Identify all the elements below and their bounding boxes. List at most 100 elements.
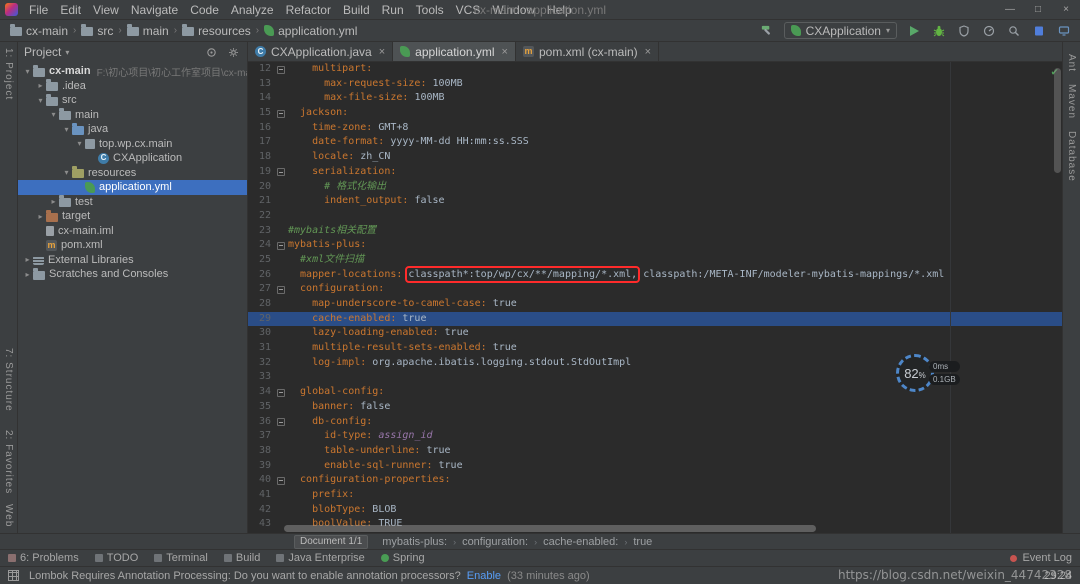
menu-file[interactable]: File <box>23 0 54 20</box>
tab-pom-xml-cx-main[interactable]: mpom.xml (cx-main)× <box>516 42 659 61</box>
fold-icon[interactable] <box>277 418 285 426</box>
tool-window-button-2-favorites[interactable]: 2: Favorites <box>3 430 14 494</box>
chevron-right-icon[interactable]: ▸ <box>35 212 46 221</box>
tree-item-cx-main-iml[interactable]: cx-main.iml <box>18 224 247 239</box>
breadcrumb-cx-main[interactable]: cx-main <box>8 24 70 38</box>
breadcrumb-main[interactable]: main <box>125 24 171 38</box>
tree-item-pom-xml[interactable]: mpom.xml <box>18 238 247 253</box>
code-line-27[interactable]: 27 configuration: <box>248 282 1062 297</box>
tree-item-cx-main[interactable]: ▾cx-mainF:\初心项目\初心工作室项目\cx-main <box>18 64 247 79</box>
vertical-scrollbar[interactable] <box>1054 68 1061 173</box>
menu-view[interactable]: View <box>87 0 125 20</box>
tool-window-switcher-icon[interactable] <box>8 570 19 581</box>
fold-icon[interactable] <box>277 477 285 485</box>
editor-breadcrumb-cache-enabled[interactable]: cache-enabled: <box>543 536 618 548</box>
close-button[interactable]: × <box>1052 0 1080 20</box>
tool-window-button-web[interactable]: Web <box>3 504 14 527</box>
tool-window-button-spring[interactable]: Spring <box>381 552 425 564</box>
caret-position-indicator[interactable]: 29:24 <box>1044 570 1072 582</box>
tool-window-button-event-log[interactable]: Event Log <box>1010 552 1072 564</box>
horizontal-scrollbar[interactable] <box>284 525 816 532</box>
editor-breadcrumb-mybatis-plus[interactable]: mybatis-plus: <box>382 536 447 548</box>
code-line-29[interactable]: 29 cache-enabled: true <box>248 312 1062 327</box>
toolbar-extra-button-1[interactable] <box>1031 23 1047 39</box>
code-line-17[interactable]: 17 date-format: yyyy-MM-dd HH:mm:ss.SSS <box>248 135 1062 150</box>
tree-item-application-yml[interactable]: application.yml <box>18 180 247 195</box>
enable-annotation-processors-link[interactable]: Enable <box>467 570 501 582</box>
breadcrumb-resources[interactable]: resources <box>180 24 253 38</box>
code-line-23[interactable]: 23#mybaits相关配置 <box>248 224 1062 239</box>
fold-icon[interactable] <box>277 286 285 294</box>
tool-window-button-ant[interactable]: Ant <box>1066 54 1077 72</box>
search-button[interactable] <box>1006 23 1022 39</box>
tool-window-button-database[interactable]: Database <box>1066 131 1077 182</box>
chevron-right-icon[interactable]: ▸ <box>48 197 59 206</box>
tree-item-top-wp-cx-main[interactable]: ▾top.wp.cx.main <box>18 137 247 152</box>
code-line-16[interactable]: 16 time-zone: GMT+8 <box>248 121 1062 136</box>
code-line-41[interactable]: 41 prefix: <box>248 488 1062 503</box>
tool-window-button-todo[interactable]: TODO <box>95 552 139 564</box>
code-line-12[interactable]: 12 multipart: <box>248 62 1062 77</box>
chevron-right-icon[interactable]: ▸ <box>35 81 46 90</box>
tab-cxapplication-java[interactable]: CCXApplication.java× <box>248 42 393 61</box>
code-line-30[interactable]: 30 lazy-loading-enabled: true <box>248 326 1062 341</box>
tree-item-test[interactable]: ▸test <box>18 195 247 210</box>
panel-settings-button[interactable] <box>225 44 241 60</box>
maximize-button[interactable]: □ <box>1024 0 1052 20</box>
menu-refactor[interactable]: Refactor <box>280 0 337 20</box>
run-button[interactable] <box>906 23 922 39</box>
debug-button[interactable] <box>931 23 947 39</box>
fold-icon[interactable] <box>277 110 285 118</box>
code-line-18[interactable]: 18 locale: zh_CN <box>248 150 1062 165</box>
menu-vcs[interactable]: VCS <box>450 0 487 20</box>
editor-breadcrumb-true[interactable]: true <box>633 536 652 548</box>
chevron-down-icon[interactable]: ▾ <box>61 168 72 177</box>
code-line-35[interactable]: 35 banner: false <box>248 400 1062 415</box>
chevron-down-icon[interactable]: ▾ <box>61 125 72 134</box>
tree-item-java[interactable]: ▾java <box>18 122 247 137</box>
close-icon[interactable]: × <box>379 46 385 58</box>
code-line-39[interactable]: 39 enable-sql-runner: true <box>248 459 1062 474</box>
tool-window-button-maven[interactable]: Maven <box>1066 84 1077 119</box>
tab-application-yml[interactable]: application.yml× <box>393 42 516 61</box>
chevron-down-icon[interactable]: ▾ <box>74 139 85 148</box>
chevron-right-icon[interactable]: ▸ <box>22 255 33 264</box>
menu-build[interactable]: Build <box>337 0 376 20</box>
toolbar-extra-button-2[interactable] <box>1056 23 1072 39</box>
chevron-down-icon[interactable]: ▾ <box>22 67 33 76</box>
tree-item-external-libraries[interactable]: ▸External Libraries <box>18 253 247 268</box>
code-line-40[interactable]: 40 configuration-properties: <box>248 473 1062 488</box>
code-line-21[interactable]: 21 indent_output: false <box>248 194 1062 209</box>
build-hammer-icon[interactable] <box>759 23 775 39</box>
editor-breadcrumb-configuration[interactable]: configuration: <box>462 536 528 548</box>
close-icon[interactable]: × <box>645 46 651 58</box>
run-configuration-select[interactable]: CXApplication ▾ <box>784 22 897 39</box>
chevron-down-icon[interactable]: ▾ <box>35 96 46 105</box>
code-line-26[interactable]: 26 mapper-locations: classpath*:top/wp/c… <box>248 268 1062 283</box>
code-line-38[interactable]: 38 table-underline: true <box>248 444 1062 459</box>
menu-navigate[interactable]: Navigate <box>125 0 184 20</box>
tree-item-resources[interactable]: ▾resources <box>18 166 247 181</box>
project-panel-title[interactable]: Project <box>24 45 61 59</box>
breadcrumb-src[interactable]: src <box>79 24 115 38</box>
tool-window-button-build[interactable]: Build <box>224 552 260 564</box>
menu-edit[interactable]: Edit <box>54 0 87 20</box>
tree-item-idea[interactable]: ▸.idea <box>18 79 247 94</box>
tool-window-button-terminal[interactable]: Terminal <box>154 552 208 564</box>
menu-window[interactable]: Window <box>486 0 541 20</box>
code-line-36[interactable]: 36 db-config: <box>248 415 1062 430</box>
menu-help[interactable]: Help <box>541 0 578 20</box>
code-line-37[interactable]: 37 id-type: assign_id <box>248 429 1062 444</box>
fold-icon[interactable] <box>277 168 285 176</box>
code-line-14[interactable]: 14 max-file-size: 100MB <box>248 91 1062 106</box>
menu-analyze[interactable]: Analyze <box>225 0 280 20</box>
locate-file-button[interactable] <box>203 44 219 60</box>
tool-window-button-java-enterprise[interactable]: Java Enterprise <box>276 552 364 564</box>
chevron-right-icon[interactable]: ▸ <box>22 270 33 279</box>
code-line-28[interactable]: 28 map-underscore-to-camel-case: true <box>248 297 1062 312</box>
close-icon[interactable]: × <box>502 46 508 58</box>
breadcrumb-application-yml[interactable]: application.yml <box>262 24 359 38</box>
code-line-19[interactable]: 19 serialization: <box>248 165 1062 180</box>
fold-icon[interactable] <box>277 66 285 74</box>
code-line-22[interactable]: 22 <box>248 209 1062 224</box>
